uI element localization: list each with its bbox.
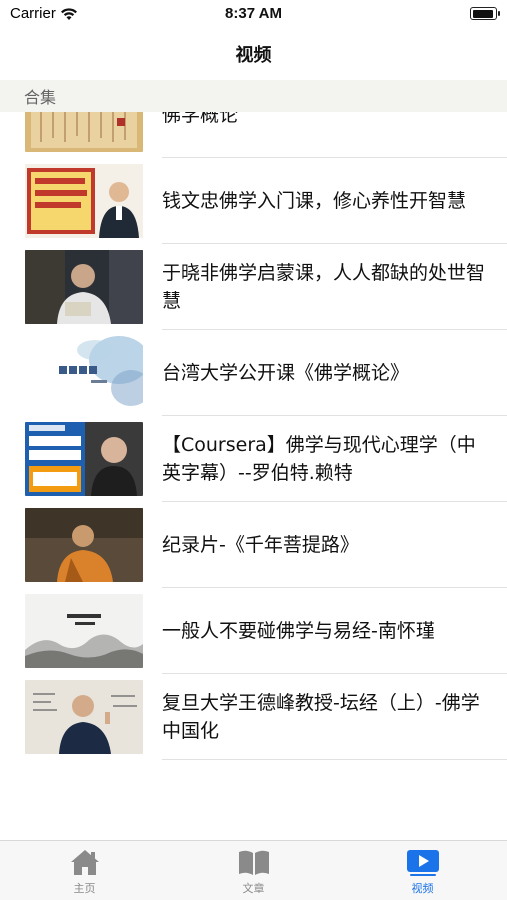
page-title: 视频 — [235, 45, 272, 66]
list-item[interactable]: 纪录片-《千年菩提路》 — [0, 502, 507, 588]
status-time: 8:37 AM — [225, 5, 282, 22]
battery-icon — [470, 7, 500, 20]
video-thumbnail — [25, 336, 143, 410]
list-item[interactable]: 一般人不要碰佛学与易经-南怀瑾 — [0, 588, 507, 674]
video-title: 佛学概论 — [162, 112, 239, 126]
video-list[interactable]: 佛学概论 钱文忠佛学入门课，修心养性开智慧 于晓非佛学启蒙课，人人都缺的处世智慧… — [0, 112, 507, 840]
list-item[interactable]: 于晓非佛学启蒙课，人人都缺的处世智慧 — [0, 244, 507, 330]
video-icon — [406, 850, 439, 876]
video-thumbnail — [25, 112, 143, 152]
video-title: 一般人不要碰佛学与易经-南怀瑾 — [162, 620, 435, 642]
tab-videos[interactable]: 视频 — [338, 841, 507, 900]
video-title: 台湾大学公开课《佛学概论》 — [162, 362, 410, 384]
tab-label: 文章 — [242, 882, 265, 895]
tab-label: 主页 — [73, 882, 96, 895]
tab-bar: 主页 文章 视频 — [0, 840, 507, 900]
status-bar: Carrier 8:37 AM — [0, 0, 507, 30]
navigation-bar: 视频 — [0, 30, 507, 78]
tab-home[interactable]: 主页 — [0, 841, 169, 900]
section-header: 合集 — [0, 80, 507, 112]
row-divider — [162, 759, 507, 760]
video-title: 钱文忠佛学入门课，修心养性开智慧 — [162, 190, 467, 212]
home-icon — [70, 850, 99, 875]
video-thumbnail — [25, 250, 143, 324]
video-title: 纪录片-《千年菩提路》 — [162, 534, 359, 556]
video-title: 复旦大学王德峰教授-坛经（上）-佛学中国化 — [162, 692, 480, 742]
tab-label: 视频 — [411, 882, 434, 895]
video-thumbnail — [25, 508, 143, 582]
video-thumbnail — [25, 594, 143, 668]
tab-articles[interactable]: 文章 — [169, 841, 338, 900]
list-item[interactable]: 【Coursera】佛学与现代心理学（中英字幕）--罗伯特.赖特 — [0, 416, 507, 502]
list-item[interactable]: 台湾大学公开课《佛学概论》 — [0, 330, 507, 416]
list-item[interactable]: 钱文忠佛学入门课，修心养性开智慧 — [0, 158, 507, 244]
list-item[interactable]: 佛学概论 — [0, 112, 507, 158]
video-thumbnail — [25, 164, 143, 238]
video-thumbnail — [25, 680, 143, 754]
list-item[interactable]: 复旦大学王德峰教授-坛经（上）-佛学中国化 — [0, 674, 507, 760]
book-icon — [238, 850, 269, 875]
video-title: 于晓非佛学启蒙课，人人都缺的处世智慧 — [162, 262, 486, 312]
video-thumbnail — [25, 422, 143, 496]
video-title: 【Coursera】佛学与现代心理学（中英字幕）--罗伯特.赖特 — [162, 434, 476, 484]
